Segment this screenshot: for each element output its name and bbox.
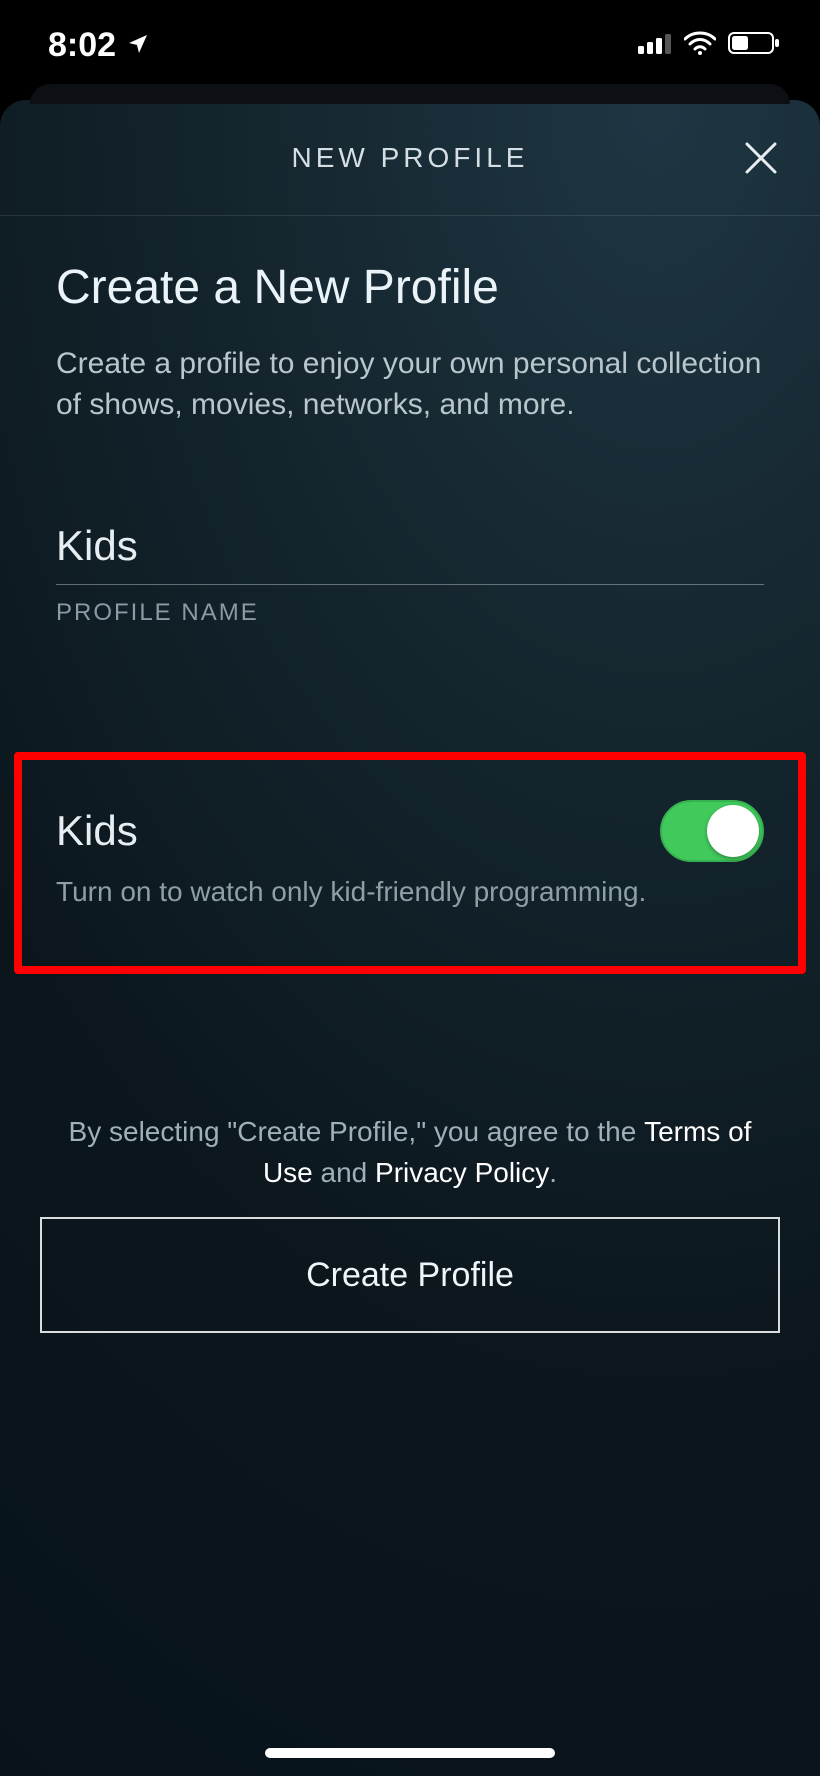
switch-knob	[707, 805, 759, 857]
new-profile-sheet: NEW PROFILE Create a New Profile Create …	[0, 100, 820, 1776]
close-button[interactable]	[732, 129, 790, 187]
kids-toggle-row: Kids	[56, 800, 764, 862]
status-bar: 8:02	[0, 0, 820, 90]
profile-name-field: PROFILE NAME	[56, 516, 764, 627]
kids-toggle-switch[interactable]	[660, 800, 764, 862]
privacy-policy-link[interactable]: Privacy Policy	[375, 1157, 549, 1188]
create-profile-button[interactable]: Create Profile	[40, 1217, 780, 1333]
bottom-block: By selecting "Create Profile," you agree…	[40, 1112, 780, 1333]
legal-prefix: By selecting "Create Profile," you agree…	[69, 1116, 645, 1147]
profile-name-input[interactable]	[56, 516, 764, 585]
kids-toggle-section: Kids Turn on to watch only kid-friendly …	[56, 800, 764, 908]
profile-name-label: PROFILE NAME	[56, 599, 764, 627]
home-indicator[interactable]	[265, 1748, 555, 1758]
create-profile-label: Create Profile	[306, 1256, 514, 1295]
legal-suffix: .	[549, 1157, 557, 1188]
sheet-body: Create a New Profile Create a profile to…	[0, 216, 820, 627]
battery-icon	[728, 31, 780, 60]
page-heading: Create a New Profile	[56, 260, 764, 315]
status-left: 8:02	[48, 26, 150, 65]
location-arrow-icon	[126, 26, 150, 65]
page-subheading: Create a profile to enjoy your own perso…	[56, 343, 764, 426]
cellular-signal-icon	[638, 32, 672, 59]
wifi-icon	[684, 31, 716, 60]
legal-text: By selecting "Create Profile," you agree…	[40, 1112, 780, 1193]
sheet-header: NEW PROFILE	[0, 100, 820, 216]
status-time: 8:02	[48, 26, 116, 65]
kids-toggle-description: Turn on to watch only kid-friendly progr…	[56, 876, 764, 908]
status-right	[638, 31, 780, 60]
kids-toggle-label: Kids	[56, 807, 138, 855]
sheet-title: NEW PROFILE	[292, 142, 529, 174]
legal-and: and	[313, 1157, 375, 1188]
close-icon	[741, 138, 781, 178]
